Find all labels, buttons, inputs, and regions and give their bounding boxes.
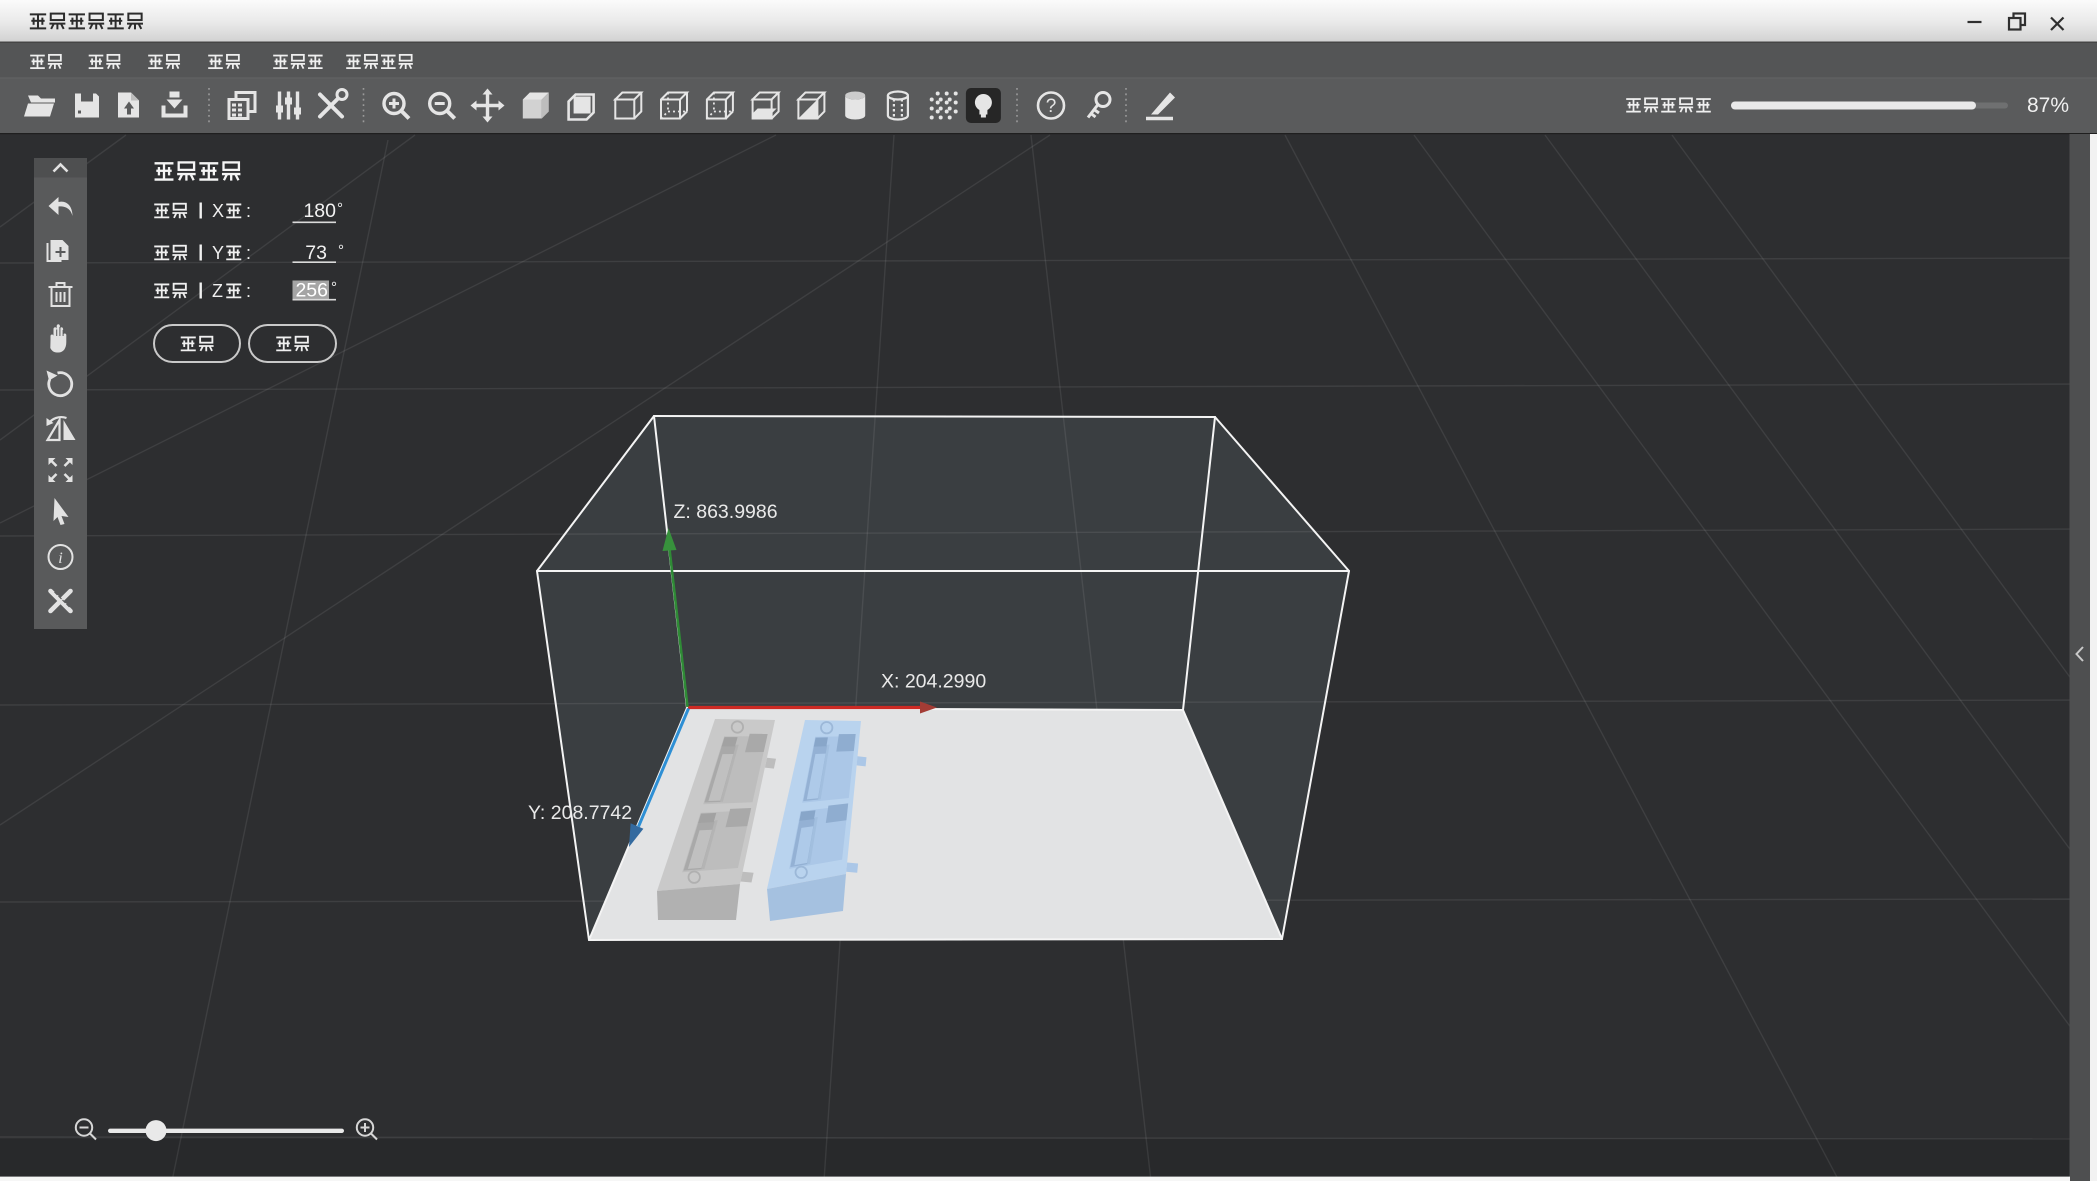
svg-text::: : [246,281,251,301]
svg-text:Y: Y [212,243,224,263]
svg-text:°: ° [337,200,343,217]
svg-text::: : [246,201,251,221]
svg-text:X: X [212,201,224,221]
svg-text:256: 256 [295,280,328,302]
svg-text:Z: 863.9986: Z: 863.9986 [674,501,778,523]
svg-text:87%: 87% [2027,94,2069,117]
svg-text:X: 204.2990: X: 204.2990 [881,671,986,693]
svg-text:73: 73 [305,242,327,264]
svg-text:Z: Z [212,281,223,301]
svg-text:180: 180 [303,200,336,222]
svg-text:?: ? [1046,96,1057,117]
svg-text::: : [246,243,251,263]
svg-text:i: i [58,550,62,567]
svg-text:°: ° [331,279,337,296]
svg-text:Y: 208.7742: Y: 208.7742 [528,802,632,824]
svg-text:°: ° [338,242,344,259]
